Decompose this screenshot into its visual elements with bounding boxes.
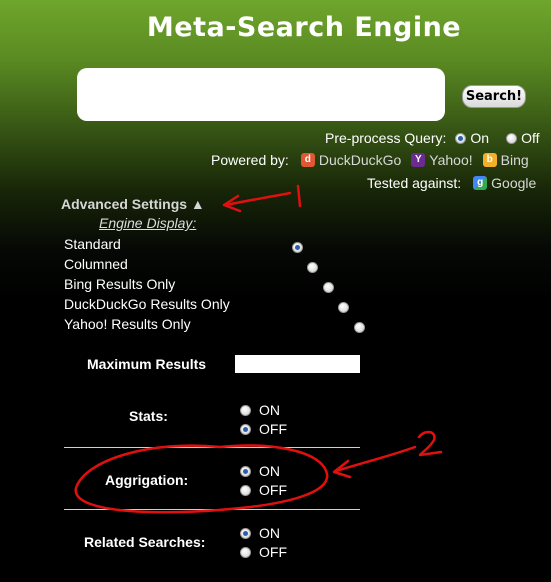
marker-2-stroke bbox=[417, 430, 443, 457]
arrow-2 bbox=[334, 445, 417, 473]
annotation-overlay bbox=[74, 184, 443, 514]
marker-1-stroke bbox=[296, 184, 302, 208]
annotation-loop bbox=[74, 444, 329, 514]
